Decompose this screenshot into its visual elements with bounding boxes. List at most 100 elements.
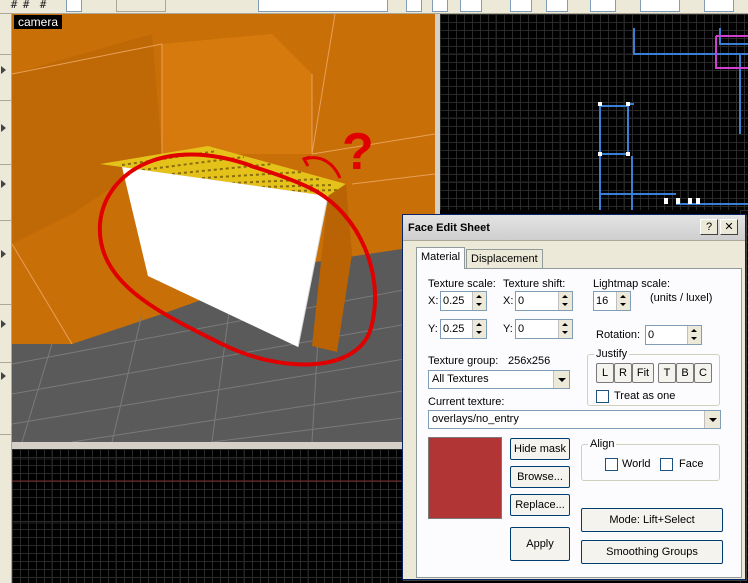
current-texture-select[interactable]: overlays/no_entry (428, 410, 721, 429)
viewport-splitter[interactable] (12, 442, 440, 449)
tool-divider (0, 220, 11, 221)
justify-top-button[interactable]: T (658, 363, 676, 383)
justify-fit-button[interactable]: Fit (632, 363, 654, 383)
toolbar-tool-icon[interactable] (510, 0, 532, 12)
grid-snap-icon[interactable]: # (35, 0, 51, 12)
rotation-value: 0 (648, 329, 655, 341)
expand-arrow-icon[interactable] (1, 124, 6, 132)
mode-button[interactable]: Mode: Lift+Select (581, 508, 723, 532)
camera-scene: ? (12, 14, 435, 442)
toolbar-tool-icon[interactable] (406, 0, 422, 12)
toolbar-separator (116, 0, 166, 12)
justify-right-button[interactable]: R (614, 363, 632, 383)
justify-center-button[interactable]: C (694, 363, 712, 383)
justify-left-button[interactable]: L (596, 363, 614, 383)
expand-arrow-icon[interactable] (1, 180, 6, 188)
lightmap-scale-input[interactable]: 16 (593, 291, 631, 311)
toolbar-tool-icon[interactable] (546, 0, 568, 12)
align-world-label: World (622, 458, 651, 470)
texture-group-label: Texture group: (428, 355, 499, 367)
texture-group-size: 256x256 (508, 355, 551, 367)
help-button[interactable]: ? (700, 219, 718, 235)
treat-as-one-label: Treat as one (614, 390, 676, 402)
top-view-2d[interactable] (440, 14, 748, 210)
spin-arrows-icon[interactable] (472, 292, 486, 310)
blue-brush-outlines (599, 28, 748, 210)
left-tool-strip (0, 14, 12, 583)
texture-scale-x-label: X: (428, 295, 439, 307)
side-view-lines (12, 449, 404, 583)
tab-displacement[interactable]: Displacement (466, 249, 543, 268)
spin-arrows-icon[interactable] (558, 292, 572, 310)
spin-arrows-icon[interactable] (616, 292, 630, 310)
rotation-input[interactable]: 0 (645, 325, 702, 345)
top-toolbar: # # # (0, 0, 748, 14)
chevron-down-icon[interactable] (553, 371, 569, 388)
texture-scale-y-value: 0.25 (443, 323, 465, 335)
expand-arrow-icon[interactable] (1, 250, 6, 258)
toolbar-tool-icon[interactable] (432, 0, 448, 12)
texture-scale-y-label: Y: (428, 323, 438, 335)
current-texture-label: Current texture: (428, 396, 505, 408)
toolbar-tool-icon[interactable] (460, 0, 482, 12)
texture-scale-x-input[interactable]: 0.25 (440, 291, 487, 311)
align-world-checkbox[interactable] (605, 458, 618, 471)
justify-group-label: Justify (594, 348, 630, 360)
current-texture-value: overlays/no_entry (432, 413, 519, 425)
lightmap-scale-label: Lightmap scale: (593, 278, 671, 290)
tool-divider (0, 304, 11, 305)
toolbar-tool-icon[interactable] (590, 0, 616, 12)
tab-material[interactable]: Material (416, 247, 466, 269)
align-group-label: Align (588, 438, 617, 450)
dialog-title: Face Edit Sheet (408, 222, 490, 234)
red-question-mark: ? (342, 123, 374, 181)
toolbar-tool-icon[interactable] (704, 0, 734, 12)
texture-group-select[interactable]: All Textures (428, 370, 570, 389)
texture-filter-box[interactable] (258, 0, 388, 12)
toolbar-tool-icon[interactable] (640, 0, 680, 12)
expand-arrow-icon[interactable] (1, 320, 6, 328)
treat-as-one-checkbox[interactable] (596, 390, 609, 403)
expand-arrow-icon[interactable] (1, 66, 6, 74)
rotation-label: Rotation: (596, 329, 641, 341)
close-button[interactable]: ✕ (720, 219, 738, 235)
texture-scale-y-input[interactable]: 0.25 (440, 319, 487, 339)
texture-shift-x-label: X: (503, 295, 514, 307)
tool-divider (0, 362, 11, 363)
spin-arrows-icon[interactable] (687, 326, 701, 344)
tool-divider (0, 100, 11, 101)
grid-size-icon[interactable]: # (18, 0, 34, 12)
smoothing-groups-button[interactable]: Smoothing Groups (581, 540, 723, 564)
replace-button[interactable]: Replace... (510, 494, 570, 516)
expand-arrow-icon[interactable] (1, 372, 6, 380)
texture-preview (428, 437, 502, 519)
apply-button[interactable]: Apply (510, 527, 570, 561)
face-edit-sheet-dialog: Face Edit Sheet ? ✕ Material Displacemen… (402, 214, 746, 580)
camera-viewport[interactable]: ? camera (12, 14, 435, 442)
tool-divider (0, 54, 11, 55)
lightmap-units-label: (units / luxel) (650, 292, 713, 304)
carve-tool-icon[interactable] (66, 0, 82, 12)
texture-shift-y-value: 0 (518, 323, 525, 335)
tool-divider (0, 164, 11, 165)
texture-shift-label: Texture shift: (503, 278, 566, 290)
chevron-down-icon[interactable] (704, 411, 720, 428)
camera-label: camera (14, 15, 63, 29)
align-face-checkbox[interactable] (660, 458, 673, 471)
side-view-2d[interactable] (12, 449, 404, 583)
align-group: Align World Face (581, 438, 720, 481)
tool-divider (0, 434, 11, 435)
texture-group-value: All Textures (432, 373, 489, 385)
texture-scale-x-value: 0.25 (443, 295, 465, 307)
texture-shift-x-input[interactable]: 0 (515, 291, 573, 311)
orange-wall (162, 34, 312, 154)
dialog-titlebar[interactable]: Face Edit Sheet ? ✕ (403, 215, 745, 241)
texture-shift-y-input[interactable]: 0 (515, 319, 573, 339)
texture-shift-x-value: 0 (518, 295, 525, 307)
justify-bottom-button[interactable]: B (676, 363, 694, 383)
justify-group: Justify L R Fit T B C Treat as one (587, 348, 720, 406)
browse-button[interactable]: Browse... (510, 466, 570, 488)
spin-arrows-icon[interactable] (558, 320, 572, 338)
hide-mask-button[interactable]: Hide mask (510, 438, 570, 460)
spin-arrows-icon[interactable] (472, 320, 486, 338)
